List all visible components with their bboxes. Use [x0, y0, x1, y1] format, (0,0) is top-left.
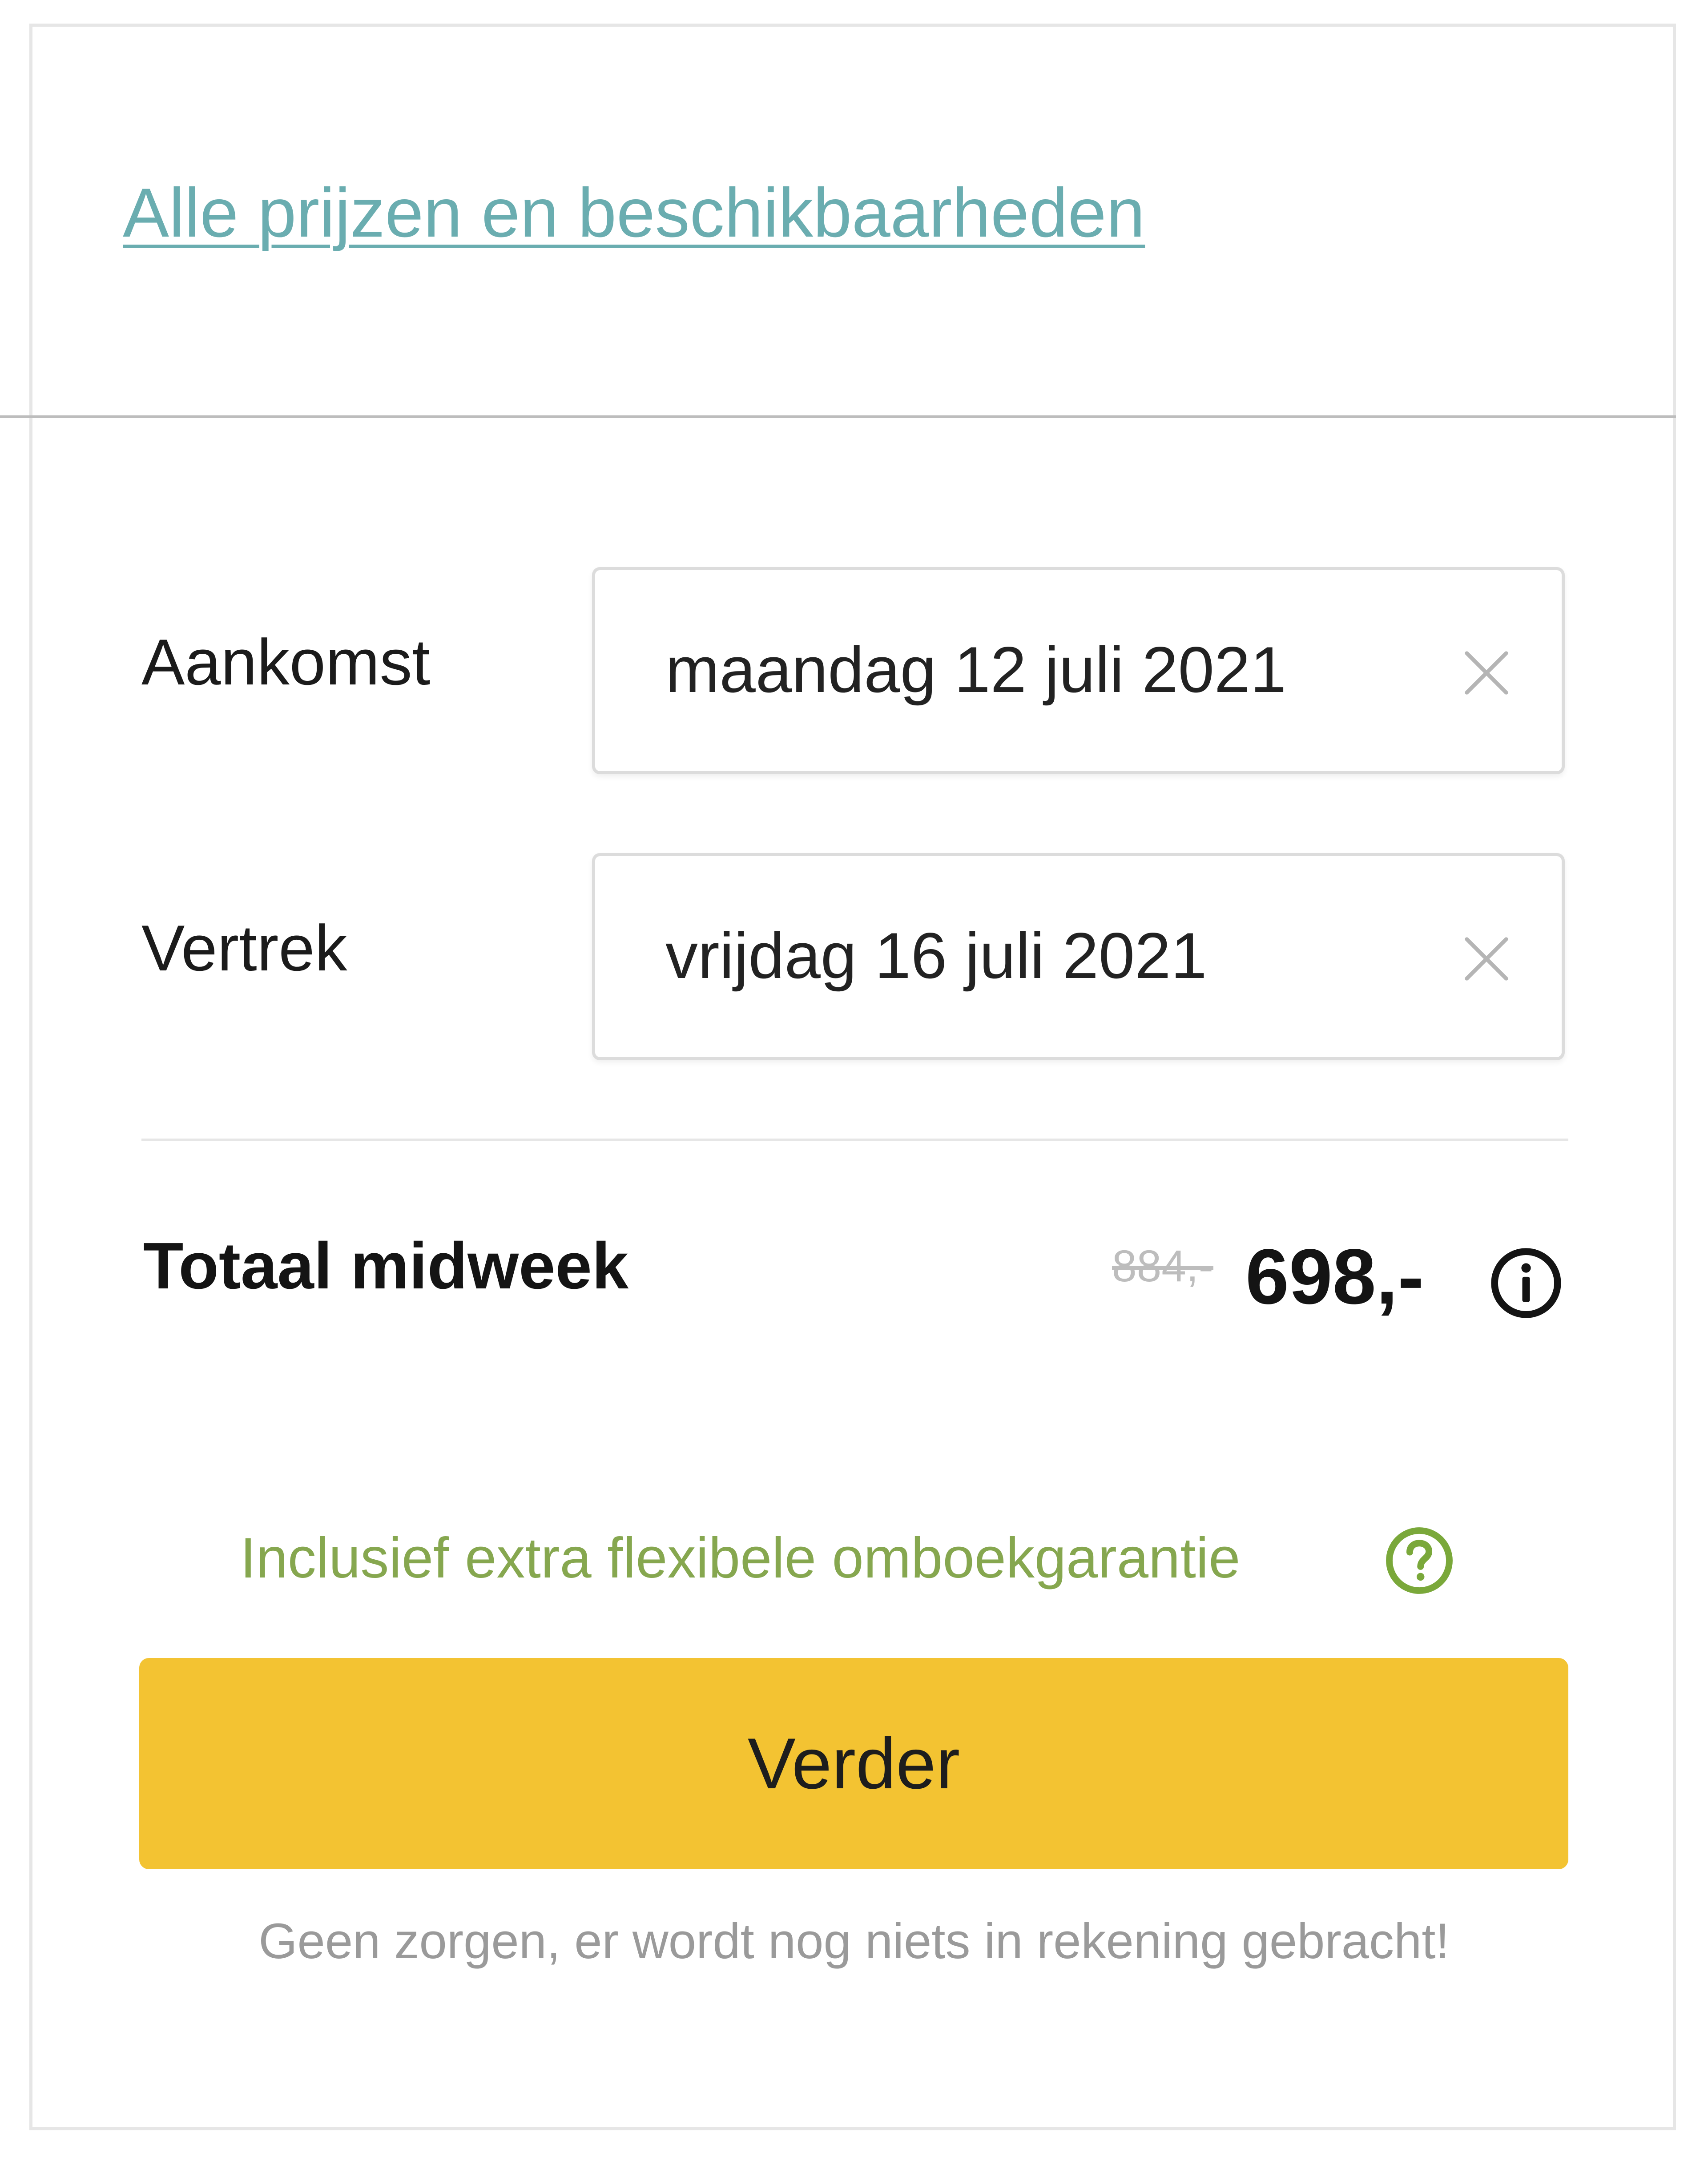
close-icon[interactable] [1460, 647, 1513, 699]
original-price: 884,- [1112, 1241, 1213, 1291]
continue-button[interactable]: Verder [139, 1658, 1568, 1869]
departure-date-field[interactable]: vrijdag 16 juli 2021 [592, 853, 1565, 1060]
departure-date-value: vrijdag 16 juli 2021 [665, 919, 1207, 992]
total-label: Totaal midweek [143, 1229, 629, 1303]
departure-label: Vertrek [141, 912, 347, 984]
arrival-date-field[interactable]: maandag 12 juli 2021 [592, 567, 1565, 774]
question-circle-icon[interactable] [1383, 1525, 1455, 1597]
all-prices-link[interactable]: Alle prijzen en beschikbaarheden [123, 173, 1145, 253]
arrival-date-value: maandag 12 juli 2021 [665, 633, 1287, 706]
section-divider [0, 415, 1676, 418]
price-divider [141, 1139, 1568, 1141]
total-price: 698,- [1245, 1233, 1424, 1320]
guarantee-text: Inclusief extra flexibele omboekgarantie [240, 1526, 1241, 1590]
close-icon[interactable] [1460, 933, 1513, 985]
reassurance-note: Geen zorgen, er wordt nog niets in reken… [258, 1913, 1450, 1969]
info-icon[interactable] [1488, 1245, 1564, 1321]
arrival-label: Aankomst [141, 626, 431, 698]
